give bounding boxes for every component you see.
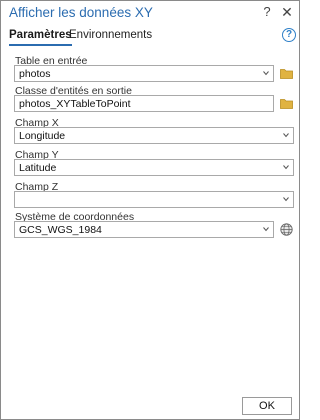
dialog-title: Afficher les données XY [9,5,153,20]
chevron-down-icon [283,132,289,138]
tab-parametres[interactable]: Paramètres [9,29,72,46]
chevron-down-icon [283,164,289,170]
input-table-value: photos [19,68,51,80]
output-class-input[interactable]: photos_XYTableToPoint [14,95,274,112]
globe-icon[interactable] [280,223,293,236]
chevron-down-icon [263,226,269,232]
folder-icon[interactable] [280,98,293,109]
dialog-window: Afficher les données XY ? ✕ Paramètres E… [0,0,300,420]
help-circle-icon[interactable]: ? [282,28,296,42]
x-field-dropdown[interactable]: Longitude [14,127,294,144]
chevron-down-icon [263,70,269,76]
folder-icon[interactable] [280,68,293,79]
tab-environnements[interactable]: Environnements [69,29,152,41]
help-button[interactable]: ? [259,4,275,20]
y-field-dropdown[interactable]: Latitude [14,159,294,176]
close-button[interactable]: ✕ [279,4,295,20]
chevron-down-icon [283,196,289,202]
y-field-value: Latitude [19,162,57,174]
ok-button[interactable]: OK [242,397,292,415]
x-field-value: Longitude [19,130,66,142]
output-class-value: photos_XYTableToPoint [19,98,131,110]
z-field-dropdown[interactable] [14,191,294,208]
coord-system-value: GCS_WGS_1984 [19,224,102,236]
coord-system-dropdown[interactable]: GCS_WGS_1984 [14,221,274,238]
input-table-dropdown[interactable]: photos [14,65,274,82]
title-bar: Afficher les données XY ? ✕ [1,1,299,25]
